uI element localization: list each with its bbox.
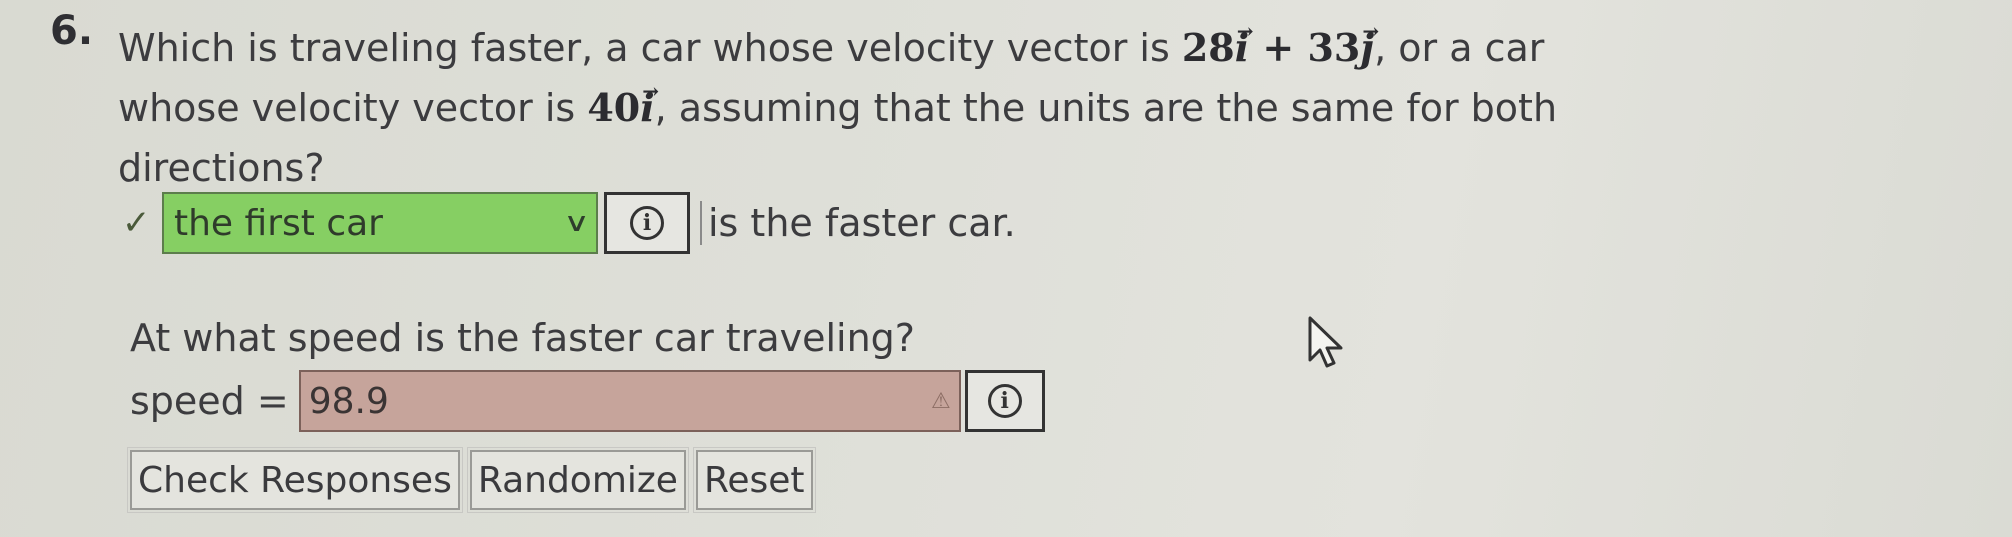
answer-row-faster-car: ✓ the first car ∨ i is the faster car. (122, 190, 1016, 256)
check-icon: ✓ (122, 203, 151, 243)
vector-2: 40i (587, 85, 654, 130)
unit-vector-i: i (1235, 25, 1249, 70)
chevron-down-icon: ∨ (563, 208, 590, 238)
info-icon: i (630, 206, 664, 240)
action-buttons: Check Responses Randomize Reset (127, 447, 816, 513)
answer-row-speed: speed = 98.9 ⚠ i (130, 368, 1045, 434)
info-button-1[interactable]: i (604, 192, 690, 254)
check-responses-button[interactable]: Check Responses (127, 447, 463, 513)
question-text: Which is traveling faster, a car whose v… (118, 18, 1618, 198)
unit-vector-j: j (1360, 25, 1374, 70)
vector-2-coef-i: 40 (587, 85, 641, 130)
speed-input[interactable]: 98.9 ⚠ (298, 370, 961, 432)
question-number: 6. (50, 8, 94, 54)
info-icon: i (987, 384, 1022, 418)
speed-label: speed = (130, 379, 289, 423)
info-button-2[interactable]: i (964, 370, 1045, 432)
mouse-cursor-icon (1308, 316, 1343, 368)
reset-button[interactable]: Reset (692, 447, 816, 513)
unit-vector-i-2: i (640, 85, 654, 130)
vector-1-coef-j: + 33 (1249, 25, 1361, 70)
speed-input-value: 98.9 (308, 380, 389, 422)
answer-suffix-text: is the faster car. (700, 201, 1016, 245)
vector-1: 28i + 33j (1182, 25, 1374, 70)
vector-1-coef-i: 28 (1181, 25, 1235, 70)
faster-car-select-value: the first car (174, 202, 383, 244)
warning-icon: ⚠ (930, 388, 951, 414)
randomize-button[interactable]: Randomize (466, 447, 689, 513)
question-2-text: At what speed is the faster car travelin… (130, 316, 915, 360)
faster-car-select[interactable]: the first car ∨ (162, 192, 598, 254)
